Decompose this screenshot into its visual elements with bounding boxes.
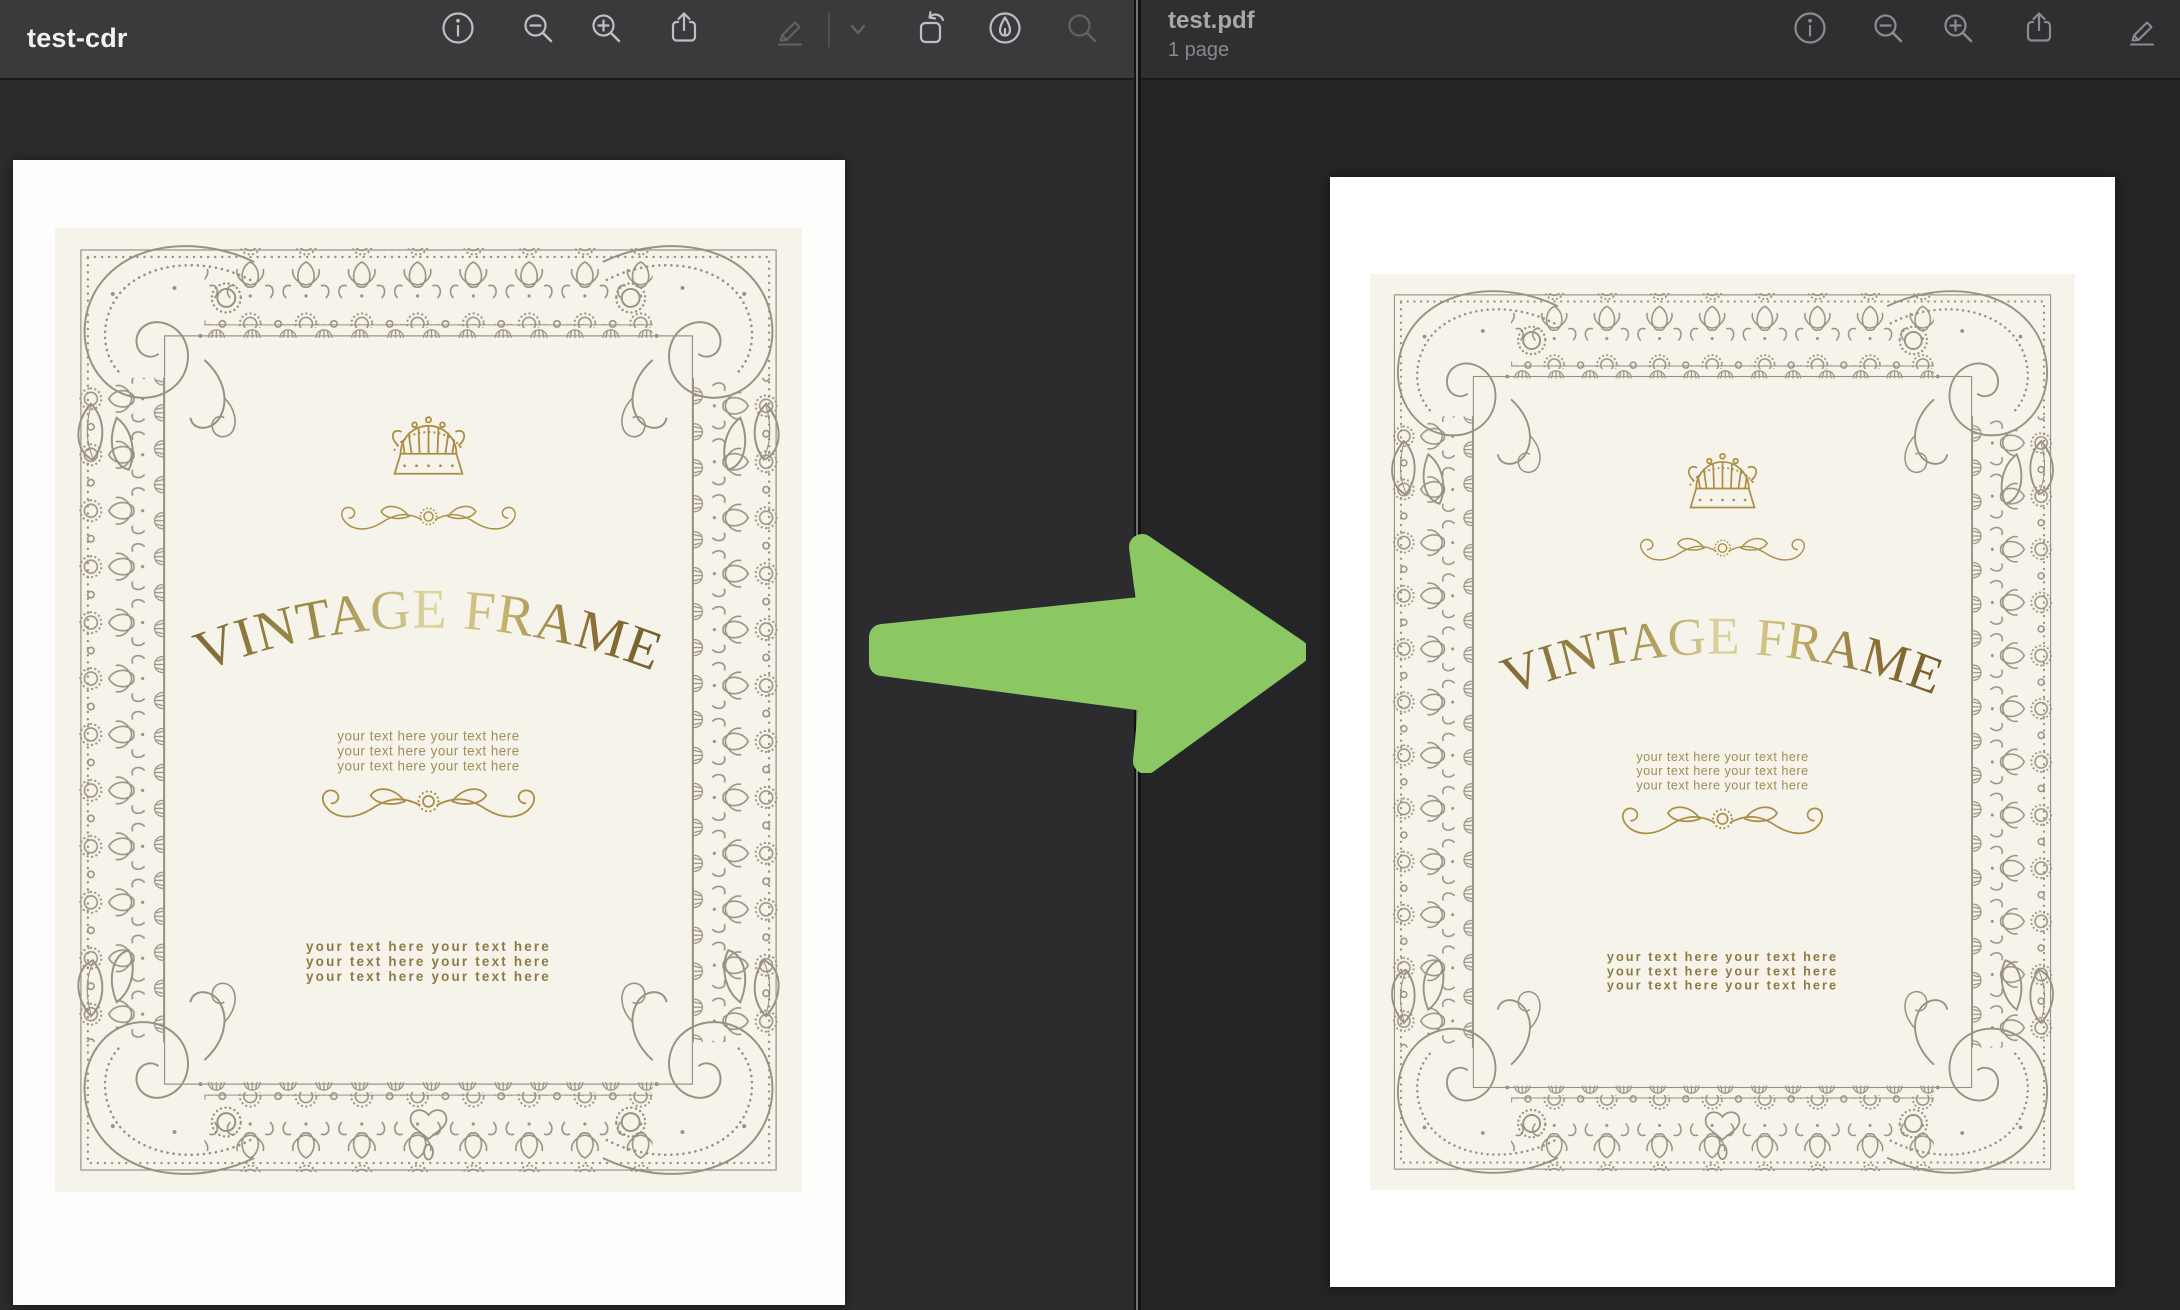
search-icon: [1064, 10, 1100, 46]
page-count-label: 1 page: [1168, 39, 1229, 62]
toolbar-left: test-cdr: [0, 0, 1134, 80]
markup-pencil-icon[interactable]: [2124, 10, 2160, 46]
window-divider: [1134, 0, 1141, 1310]
zoom-in-icon[interactable]: [1940, 10, 1976, 46]
document-page-cdr[interactable]: [13, 160, 845, 1305]
zoom-out-icon[interactable]: [520, 10, 556, 46]
preview-app: test-cdr: [0, 0, 2180, 1310]
info-icon[interactable]: [1792, 10, 1828, 46]
window-test-cdr: test-cdr: [0, 0, 1134, 1310]
rotate-left-icon[interactable]: [914, 10, 950, 46]
share-icon[interactable]: [666, 10, 702, 46]
pen-nib-icon[interactable]: [987, 10, 1023, 46]
left-document-title: test-cdr: [27, 23, 128, 54]
chevron-down-icon: [846, 17, 870, 41]
window-test-pdf: test.pdf 1 page: [1141, 0, 2180, 1310]
right-document-title: test.pdf: [1168, 7, 1255, 35]
share-icon[interactable]: [2021, 10, 2057, 46]
toolbar-right: test.pdf 1 page: [1141, 0, 2180, 80]
markup-pencil-icon: [772, 10, 808, 46]
info-icon[interactable]: [440, 10, 476, 46]
toolbar-separator: [828, 13, 830, 47]
zoom-out-icon[interactable]: [1870, 10, 1906, 46]
zoom-in-icon[interactable]: [588, 10, 624, 46]
vintage-frame-artwork: [55, 228, 802, 1192]
document-page-pdf[interactable]: [1330, 177, 2115, 1287]
vintage-frame-artwork: [1370, 274, 2075, 1190]
